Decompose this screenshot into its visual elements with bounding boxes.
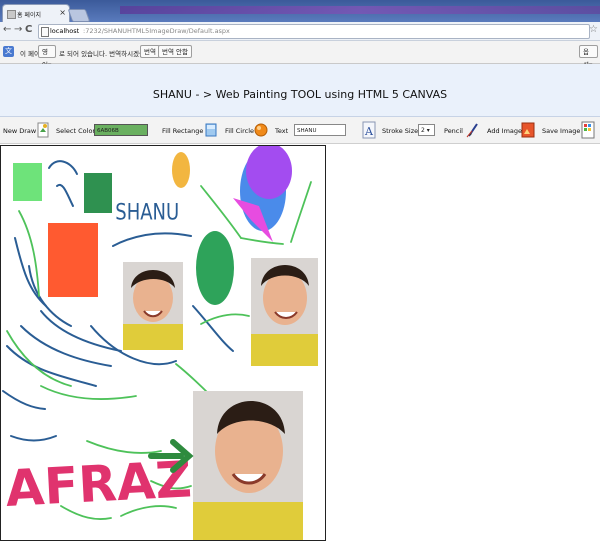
url-path: :7232/SHANUHTML5ImageDraw/Default.aspx bbox=[83, 27, 230, 35]
fill-rectangle-icon[interactable] bbox=[204, 121, 218, 139]
never-translate-button[interactable]: 번역 안함 bbox=[158, 45, 192, 58]
fill-circle-icon[interactable] bbox=[254, 121, 268, 139]
tab-strip-background-stripe bbox=[120, 6, 600, 14]
stroke-size-select[interactable]: 2 ▾ bbox=[418, 124, 435, 136]
photo-child-2 bbox=[251, 258, 318, 366]
color-picker-input[interactable]: 6AB06B bbox=[94, 124, 148, 136]
green-ellipse bbox=[196, 231, 234, 305]
browser-tab[interactable]: 홈 페이지 × bbox=[2, 4, 70, 23]
canvas-text-shanu: SHANU bbox=[115, 199, 179, 225]
green-square bbox=[84, 173, 112, 213]
page-favicon-icon bbox=[7, 10, 16, 19]
stroke-size-value: 2 bbox=[421, 127, 425, 134]
yellow-ellipse bbox=[172, 152, 190, 188]
page-icon bbox=[41, 27, 49, 37]
page-header: SHANU - > Web Painting TOOL using HTML 5… bbox=[0, 64, 600, 117]
tab-title: 홈 페이지 bbox=[17, 12, 41, 19]
text-input[interactable]: SHANU bbox=[294, 124, 346, 136]
save-image-button[interactable]: Save Image bbox=[542, 127, 580, 135]
stroke-size-label: Stroke Size bbox=[382, 127, 419, 135]
photo-child-3 bbox=[193, 391, 303, 540]
fill-circle-button[interactable]: Fill Circle bbox=[225, 127, 254, 135]
translate-button[interactable]: 번역 bbox=[140, 45, 160, 58]
pencil-button[interactable]: Pencil bbox=[444, 127, 463, 135]
text-label: Text bbox=[275, 127, 289, 135]
photo-child-1 bbox=[123, 262, 183, 350]
bookmark-star-icon[interactable]: ☆ bbox=[589, 24, 598, 35]
save-image-icon[interactable] bbox=[581, 121, 595, 139]
new-draw-button[interactable]: New Draw bbox=[3, 127, 36, 135]
close-tab-icon[interactable]: × bbox=[59, 8, 66, 17]
text-tool-icon[interactable]: A bbox=[362, 121, 376, 139]
translate-options-button[interactable]: 옵션▾ bbox=[579, 45, 598, 69]
orange-rectangle bbox=[48, 223, 98, 297]
back-icon[interactable]: ← bbox=[3, 24, 11, 35]
language-select[interactable]: 영어▾ bbox=[38, 45, 56, 69]
pencil-icon[interactable] bbox=[466, 121, 480, 139]
url-host: localhost bbox=[50, 27, 80, 35]
canvas-text-afraz: AFRAZ bbox=[4, 450, 193, 518]
forward-icon[interactable]: → bbox=[14, 24, 22, 35]
drawing-canvas[interactable]: SHANU AFRAZ bbox=[0, 145, 326, 541]
add-image-button[interactable]: Add Image bbox=[487, 127, 522, 135]
select-color-label: Select Color bbox=[56, 127, 96, 135]
add-image-icon[interactable] bbox=[521, 121, 535, 139]
svg-text:A: A bbox=[364, 125, 374, 138]
reload-icon[interactable]: C bbox=[25, 24, 32, 35]
fill-rectangle-button[interactable]: Fill Rectange bbox=[162, 127, 203, 135]
translate-icon: 文 bbox=[3, 46, 14, 57]
new-draw-icon[interactable] bbox=[36, 121, 50, 139]
page-title: SHANU - > Web Painting TOOL using HTML 5… bbox=[152, 88, 448, 101]
light-green-square bbox=[13, 163, 42, 201]
address-bar[interactable]: localhost :7232/SHANUHTML5ImageDraw/Defa… bbox=[38, 24, 590, 39]
